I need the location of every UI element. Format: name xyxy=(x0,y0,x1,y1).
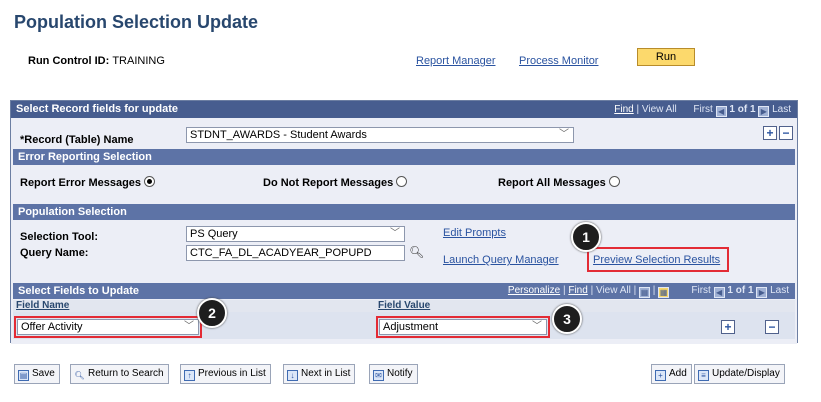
notify-button[interactable]: ✉ Notify xyxy=(369,364,418,384)
process-monitor-link[interactable]: Process Monitor xyxy=(519,55,598,67)
nav-sep: | xyxy=(590,285,594,296)
view-all-link[interactable]: View All xyxy=(596,285,631,296)
selection-tool-select[interactable]: PS Query ﹀ xyxy=(186,226,405,242)
record-section-title: Select Record fields for update xyxy=(16,103,178,115)
add-row-button[interactable]: + xyxy=(763,126,777,140)
delete-row-button[interactable]: − xyxy=(779,126,793,140)
highlight-preview xyxy=(587,247,729,272)
callout-1: 1 xyxy=(571,222,601,252)
row-count: 1 of 1 xyxy=(729,104,756,115)
do-not-report-label: Do Not Report Messages xyxy=(263,177,394,189)
next-in-list-button[interactable]: ↓ Next in List xyxy=(283,364,356,384)
report-all-label: Report All Messages xyxy=(498,177,606,189)
fields-section-header: Select Fields to Update Personalize | Fi… xyxy=(13,283,795,299)
population-section-header: Population Selection xyxy=(13,204,795,220)
run-button[interactable]: Run xyxy=(637,48,695,66)
col-field-value[interactable]: Field Value xyxy=(375,300,711,312)
error-section-header: Error Reporting Selection xyxy=(13,149,795,165)
nav-sep: | xyxy=(636,104,640,115)
highlight-field-name xyxy=(14,316,202,338)
return-to-search-button[interactable]: 🔍︎ Return to Search xyxy=(70,364,169,384)
nav-sep: | xyxy=(652,285,656,296)
previous-in-list-button[interactable]: ↑ Previous in List xyxy=(180,364,271,384)
radio-report-all[interactable] xyxy=(608,176,620,187)
callout-3: 3 xyxy=(552,304,582,334)
run-control-label: Run Control ID: xyxy=(28,55,110,67)
find-link[interactable]: Find xyxy=(614,104,633,115)
query-name-label: Query Name: xyxy=(20,247,89,259)
last-label: Last xyxy=(770,285,789,296)
add-button[interactable]: + Add xyxy=(651,364,692,384)
chevron-down-icon: ﹀ xyxy=(559,129,569,140)
report-error-label: Report Error Messages xyxy=(20,177,142,189)
update-display-button[interactable]: ≡ Update/Display xyxy=(694,364,785,384)
record-fields-panel: Select Record fields for update Find | V… xyxy=(10,100,798,344)
nav-sep: | xyxy=(633,285,637,296)
run-control-id: Run Control ID: TRAINING xyxy=(28,55,165,67)
nav-sep: | xyxy=(562,285,566,296)
edit-prompts-link[interactable]: Edit Prompts xyxy=(443,227,506,239)
download-icon[interactable]: ▦ xyxy=(638,287,650,298)
record-name-value: STDNT_AWARDS - Student Awards xyxy=(190,129,367,141)
next-arrow-icon[interactable]: ▶ xyxy=(756,287,768,298)
record-nav: Find | View All First ◀ 1 of 1 ▶ Last xyxy=(614,101,791,118)
do-not-report-option[interactable]: Do Not Report Messages xyxy=(263,176,408,189)
delete-field-row-button[interactable]: − xyxy=(765,320,779,334)
record-name-label: *Record (Table) Name xyxy=(20,134,134,146)
callout-2: 2 xyxy=(197,298,227,328)
update-display-icon: ≡ xyxy=(698,370,709,381)
notify-label: Notify xyxy=(387,368,413,379)
view-all-link[interactable]: View All xyxy=(642,104,677,115)
prev-arrow-icon[interactable]: ◀ xyxy=(715,106,727,117)
save-label: Save xyxy=(32,368,55,379)
add-icon: + xyxy=(655,370,666,381)
fields-nav: Personalize | Find | View All | ▦ | ▦ Fi… xyxy=(508,283,789,299)
fields-section-title: Select Fields to Update xyxy=(18,285,140,297)
personalize-link[interactable]: Personalize xyxy=(508,285,560,296)
add-label: Add xyxy=(669,368,687,379)
report-all-option[interactable]: Report All Messages xyxy=(498,176,620,189)
add-field-row-button[interactable]: + xyxy=(721,320,735,334)
prev-list-icon: ↑ xyxy=(184,370,195,381)
first-label: First xyxy=(691,285,711,296)
grid-header: Field Name Field Value xyxy=(13,300,795,312)
selection-tool-label: Selection Tool: xyxy=(20,231,99,243)
prev-label: Previous in List xyxy=(198,368,266,379)
update-label: Update/Display xyxy=(712,368,780,379)
save-icon: ▤ xyxy=(18,370,29,381)
return-label: Return to Search xyxy=(88,368,164,379)
query-name-input[interactable]: CTC_FA_DL_ACADYEAR_POPUPD xyxy=(186,245,405,261)
col-field-name[interactable]: Field Name xyxy=(13,300,373,312)
next-label: Next in List xyxy=(301,368,351,379)
save-button[interactable]: ▤ Save xyxy=(14,364,60,384)
record-section-header: Select Record fields for update Find | V… xyxy=(11,101,797,118)
selection-tool-value: PS Query xyxy=(190,228,238,240)
launch-query-manager-link[interactable]: Launch Query Manager xyxy=(443,254,559,266)
report-error-option[interactable]: Report Error Messages xyxy=(20,176,156,189)
report-manager-link[interactable]: Report Manager xyxy=(416,55,496,67)
next-arrow-icon[interactable]: ▶ xyxy=(758,106,770,117)
notify-icon: ✉ xyxy=(373,370,384,381)
radio-report-error[interactable] xyxy=(144,176,156,187)
find-link[interactable]: Find xyxy=(568,285,587,296)
next-list-icon: ↓ xyxy=(287,370,298,381)
first-label: First xyxy=(693,104,713,115)
magnifier-icon: 🔍︎ xyxy=(74,371,85,380)
grid-icon[interactable]: ▦ xyxy=(658,287,670,298)
row-count: 1 of 1 xyxy=(727,285,754,296)
last-label: Last xyxy=(772,104,791,115)
record-name-select[interactable]: STDNT_AWARDS - Student Awards ﹀ xyxy=(186,127,574,143)
page-title: Population Selection Update xyxy=(14,12,259,32)
search-icon[interactable]: 🔍︎ xyxy=(409,245,424,259)
highlight-field-value xyxy=(376,316,550,338)
radio-do-not-report[interactable] xyxy=(396,176,408,187)
run-control-value: TRAINING xyxy=(112,55,165,67)
chevron-down-icon: ﹀ xyxy=(390,228,400,239)
prev-arrow-icon[interactable]: ◀ xyxy=(713,287,725,298)
